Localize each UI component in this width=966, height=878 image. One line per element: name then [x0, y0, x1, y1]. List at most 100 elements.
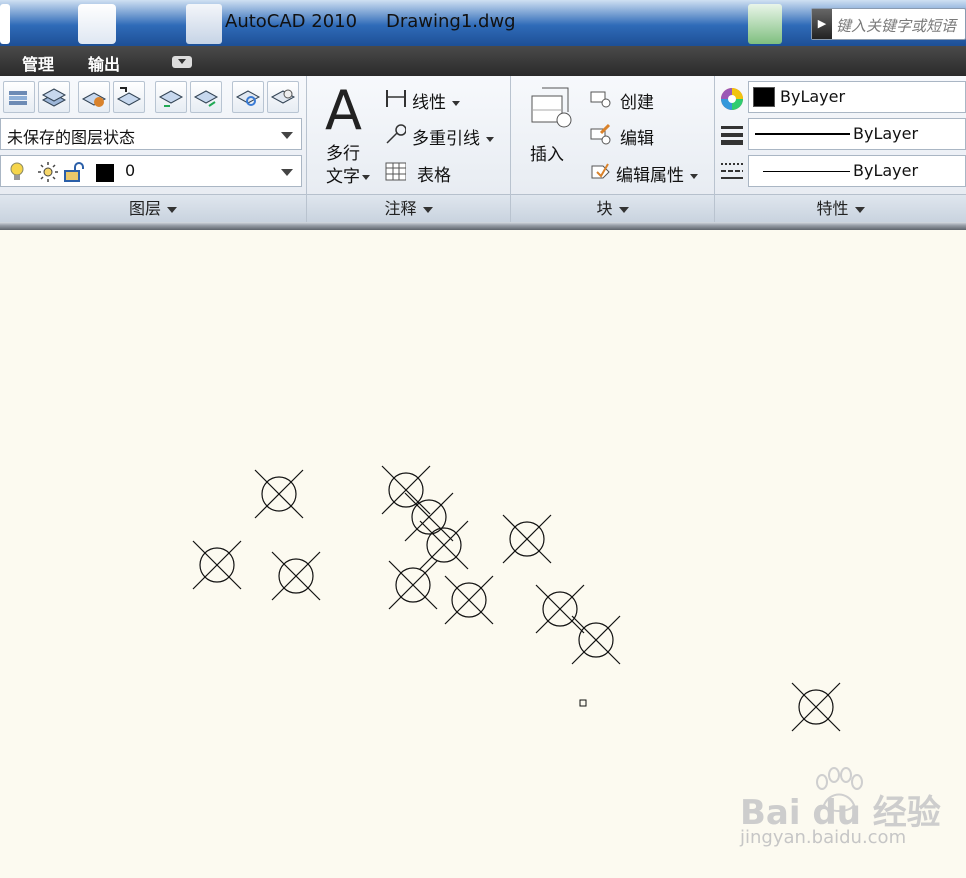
linetype-combo[interactable]: ByLayer [748, 155, 966, 187]
point-marker[interactable] [404, 492, 454, 542]
block-panel-title[interactable]: 块 [511, 194, 714, 222]
block-panel: 插入 创建 编辑 编辑属性 块 [511, 76, 715, 222]
dropdown-icon [362, 174, 370, 180]
linetype-icon[interactable] [720, 161, 744, 183]
edit-attributes-label: 编辑属性 [616, 166, 684, 186]
layer-properties-icon[interactable] [3, 81, 35, 113]
point-marker[interactable] [419, 520, 469, 570]
annotation-panel-label: 注释 [384, 199, 417, 218]
insert-button[interactable]: 插入 [530, 140, 564, 165]
ribbon-minimize-button[interactable] [172, 56, 192, 68]
point-marker[interactable] [254, 469, 304, 519]
layer-panel-label: 图层 [128, 199, 161, 218]
mtext-label-line1[interactable]: 多行 [326, 139, 360, 164]
expand-icon [422, 206, 433, 213]
title-bar: AutoCAD 2010 Drawing1.dwg ▶ 键入关键字或短语 [0, 0, 966, 46]
lineweight-value: ByLayer [853, 124, 919, 143]
expand-icon [854, 206, 865, 213]
properties-panel-label: 特性 [816, 199, 849, 218]
multileader-button[interactable]: 多重引线 [412, 124, 494, 149]
point-marker[interactable] [571, 615, 621, 665]
ribbon-divider [0, 222, 966, 230]
search-expand-icon[interactable]: ▶ [812, 9, 832, 39]
layer-match-icon[interactable] [78, 81, 110, 113]
desktop-icon [0, 4, 10, 44]
properties-panel: ByLayer ByLayer ByLayer 特性 [715, 76, 966, 222]
linear-dimension-button[interactable]: 线性 [412, 88, 460, 113]
edit-attributes-button[interactable]: 编辑属性 [616, 161, 698, 186]
expand-icon [618, 206, 629, 213]
point-marker[interactable] [791, 682, 841, 732]
edit-attributes-icon[interactable] [589, 160, 611, 182]
table-icon[interactable] [384, 160, 406, 182]
expand-icon [167, 206, 177, 213]
point-marker[interactable] [444, 575, 494, 625]
search-placeholder: 键入关键字或短语 [836, 17, 957, 35]
layer-off-icon[interactable] [267, 81, 299, 113]
layer-isolate-icon[interactable] [155, 81, 187, 113]
file-title: Drawing1.dwg [386, 11, 516, 32]
color-wheel-icon[interactable] [719, 86, 745, 112]
excel-icon [748, 4, 782, 44]
linear-label: 线性 [412, 93, 446, 113]
edit-block-icon[interactable] [589, 123, 611, 145]
tab-output[interactable]: 输出 [88, 51, 120, 75]
properties-panel-title[interactable]: 特性 [715, 194, 966, 222]
point-marker[interactable] [535, 584, 585, 634]
app-icon [186, 4, 222, 44]
watermark-url: jingyan.baidu.com [740, 827, 907, 848]
dropdown-icon [690, 173, 698, 179]
chevron-down-icon [281, 169, 293, 176]
lineweight-sample [755, 133, 850, 135]
dropdown-icon [486, 136, 494, 142]
ribbon: 未保存的图层状态 0 图层 A 多行 文字 线性 多重引线 表格 注释 插入 创… [0, 76, 966, 222]
layer-previous-icon[interactable] [113, 81, 145, 113]
mtext-label-text: 文字 [326, 167, 360, 187]
point-marker[interactable] [502, 514, 552, 564]
point-marker[interactable] [192, 540, 242, 590]
tab-manage[interactable]: 管理 [22, 51, 54, 75]
app-title: AutoCAD 2010 [225, 11, 358, 32]
create-block-icon[interactable] [589, 88, 611, 110]
mtext-label-line2[interactable]: 文字 [326, 162, 370, 187]
point-marker[interactable] [388, 560, 438, 610]
lineweight-icon[interactable] [720, 124, 744, 146]
linetype-value: ByLayer [853, 161, 919, 180]
layer-freeze-icon[interactable] [232, 81, 264, 113]
lineweight-combo[interactable]: ByLayer [748, 118, 966, 150]
table-button[interactable]: 表格 [417, 161, 451, 186]
annotation-panel-title[interactable]: 注释 [307, 194, 510, 222]
block-panel-label: 块 [596, 199, 613, 218]
multileader-icon[interactable] [384, 123, 406, 145]
insert-block-icon[interactable] [526, 84, 574, 134]
color-combo[interactable]: ByLayer [748, 81, 966, 113]
ribbon-tab-bar: 管理 输出 [0, 46, 966, 76]
edit-block-button[interactable]: 编辑 [620, 124, 654, 149]
cursor-pickbox [579, 699, 587, 707]
sun-icon[interactable] [37, 161, 59, 183]
unlock-icon[interactable] [63, 161, 87, 183]
layer-name: 0 [125, 161, 136, 180]
layer-combo[interactable]: 0 [0, 155, 302, 187]
document-icon [78, 4, 116, 44]
annotation-panel: A 多行 文字 线性 多重引线 表格 注释 [307, 76, 511, 222]
point-marker[interactable] [271, 551, 321, 601]
dropdown-icon [452, 100, 460, 106]
mtext-icon[interactable]: A [325, 84, 362, 138]
color-value: ByLayer [780, 87, 846, 106]
layer-color-swatch [96, 164, 114, 182]
layer-unisolate-icon[interactable] [190, 81, 222, 113]
lightbulb-icon[interactable] [7, 161, 27, 183]
create-block-button[interactable]: 创建 [620, 88, 654, 113]
color-swatch [753, 87, 775, 107]
layer-state-value: 未保存的图层状态 [7, 128, 136, 147]
layer-state-combo[interactable]: 未保存的图层状态 [0, 118, 302, 150]
search-input[interactable]: ▶ 键入关键字或短语 [811, 8, 966, 40]
linetype-sample [763, 171, 850, 172]
linear-dimension-icon[interactable] [384, 87, 406, 109]
layer-panel-title[interactable]: 图层 [0, 194, 306, 222]
layer-state-icon[interactable] [38, 81, 70, 113]
multileader-label: 多重引线 [412, 129, 480, 149]
layer-panel: 未保存的图层状态 0 图层 [0, 76, 307, 222]
point-marker[interactable] [381, 465, 431, 515]
